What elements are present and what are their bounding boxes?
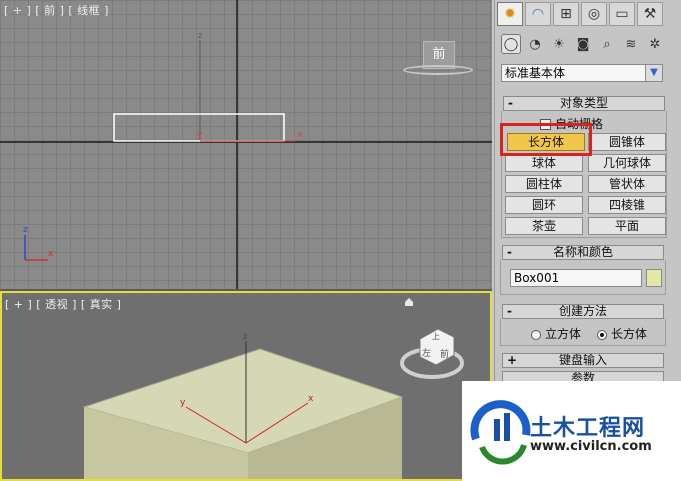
watermark-logo-icon <box>470 400 531 465</box>
keyboard-entry-title: 键盘输入 <box>558 353 607 367</box>
modify-tab-icon[interactable]: ◠ <box>525 2 551 26</box>
category-dropdown[interactable]: 标准基本体 ▼ <box>501 64 663 82</box>
shapes-icon[interactable]: ◔ <box>525 34 545 54</box>
box-radio[interactable]: 长方体 <box>597 325 647 342</box>
front-viewport[interactable]: y x z z x [ + ] [ 前 ] [ 线框 ] 前 <box>0 0 492 289</box>
viewcube-front-face-persp: 前 <box>440 348 449 360</box>
plane-button[interactable]: 平面 <box>588 217 666 235</box>
create-tab-icon[interactable]: ✹ <box>497 2 523 26</box>
name-color-title: 名称和颜色 <box>552 245 613 259</box>
object-color-swatch[interactable] <box>646 269 662 287</box>
box-radio-label: 长方体 <box>611 327 648 341</box>
lights-icon[interactable]: ☀ <box>549 34 569 54</box>
cylinder-button[interactable]: 圆柱体 <box>505 175 583 193</box>
watermark-overlay: 土木工程网 www.civilcn.com <box>462 381 681 481</box>
cube-radio-label: 立方体 <box>545 327 582 341</box>
collapse-icon: - <box>508 96 513 110</box>
hierarchy-tab-icon[interactable]: ⊞ <box>553 2 579 26</box>
watermark-url: www.civilcn.com <box>530 439 652 454</box>
motion-tab-icon[interactable]: ◎ <box>581 2 607 26</box>
category-dropdown-value: 标准基本体 <box>505 66 566 80</box>
name-color-rollout-header[interactable]: - 名称和颜色 <box>502 245 664 260</box>
keyboard-entry-rollout-header[interactable]: + 键盘输入 <box>502 353 664 368</box>
cone-button[interactable]: 圆锥体 <box>588 133 666 151</box>
persp-y-axis-label: y <box>180 398 186 408</box>
cube-radio[interactable]: 立方体 <box>531 325 581 342</box>
expand-icon: + <box>507 353 518 367</box>
front-viewport-scene: y x z z x <box>0 0 492 289</box>
chevron-down-icon[interactable]: ▼ <box>645 65 662 81</box>
create-subcategories: ◯ ◔ ☀ ◙ ⌕ ≋ ✲ <box>501 34 665 54</box>
geometry-icon[interactable]: ◯ <box>501 34 521 54</box>
creation-method-rollout-header[interactable]: - 创建方法 <box>502 304 664 319</box>
viewcube-left-face: 左 <box>422 347 431 359</box>
watermark-title: 土木工程网 <box>530 416 646 441</box>
systems-icon[interactable]: ✲ <box>645 34 665 54</box>
torus-button[interactable]: 圆环 <box>505 196 583 214</box>
geosphere-button[interactable]: 几何球体 <box>588 154 666 172</box>
creation-method-title: 创建方法 <box>558 304 607 318</box>
object-type-rollout-header[interactable]: - 对象类型 <box>503 96 665 111</box>
teapot-button[interactable]: 茶壶 <box>505 217 583 235</box>
perspective-viewport[interactable]: y x z 左 前 上 [ + ] [ 透视 ] [ 真实 ] <box>0 291 492 481</box>
display-tab-icon[interactable]: ▭ <box>609 2 635 26</box>
spacewarps-icon[interactable]: ≋ <box>621 34 641 54</box>
perspective-viewport-label[interactable]: [ + ] [ 透视 ] [ 真实 ] <box>5 296 121 312</box>
radio-selected-icon[interactable] <box>597 329 607 340</box>
persp-x-axis-label: x <box>308 394 314 404</box>
command-panel-tabs: ✹ ◠ ⊞ ◎ ▭ ⚒ <box>495 0 681 28</box>
persp-z-axis-label: z <box>243 332 247 341</box>
front-gizmo-z-label: z <box>23 225 28 235</box>
red-highlight-box <box>500 123 592 156</box>
helpers-icon[interactable]: ⌕ <box>597 34 617 54</box>
viewcube-ring[interactable] <box>403 65 473 75</box>
cameras-icon[interactable]: ◙ <box>573 34 593 54</box>
pyramid-button[interactable]: 四棱锥 <box>588 196 666 214</box>
collapse-icon: - <box>507 245 512 259</box>
sphere-button[interactable]: 球体 <box>505 154 583 172</box>
object-name-field[interactable]: Box001 <box>510 269 642 287</box>
front-y-axis-label: y <box>197 130 203 140</box>
front-viewport-label[interactable]: [ + ] [ 前 ] [ 线框 ] <box>4 2 109 18</box>
collapse-icon: - <box>507 304 512 318</box>
object-type-title: 对象类型 <box>559 96 608 110</box>
front-x-axis-label: x <box>297 130 303 140</box>
radio-icon[interactable] <box>531 329 541 340</box>
front-z-axis-label: z <box>198 31 202 40</box>
viewcube-top-face: 上 <box>432 332 440 341</box>
home-icon <box>405 298 413 306</box>
front-gizmo-x-label: x <box>48 249 54 259</box>
utilities-tab-icon[interactable]: ⚒ <box>637 2 663 26</box>
tube-button[interactable]: 管状体 <box>588 175 666 193</box>
perspective-viewport-scene: y x z 左 前 上 <box>82 298 464 479</box>
